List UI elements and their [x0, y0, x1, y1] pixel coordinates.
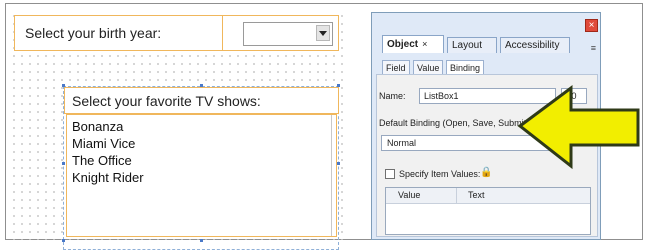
arrow-shape [517, 85, 640, 170]
yellow-arrow-icon [517, 85, 640, 170]
